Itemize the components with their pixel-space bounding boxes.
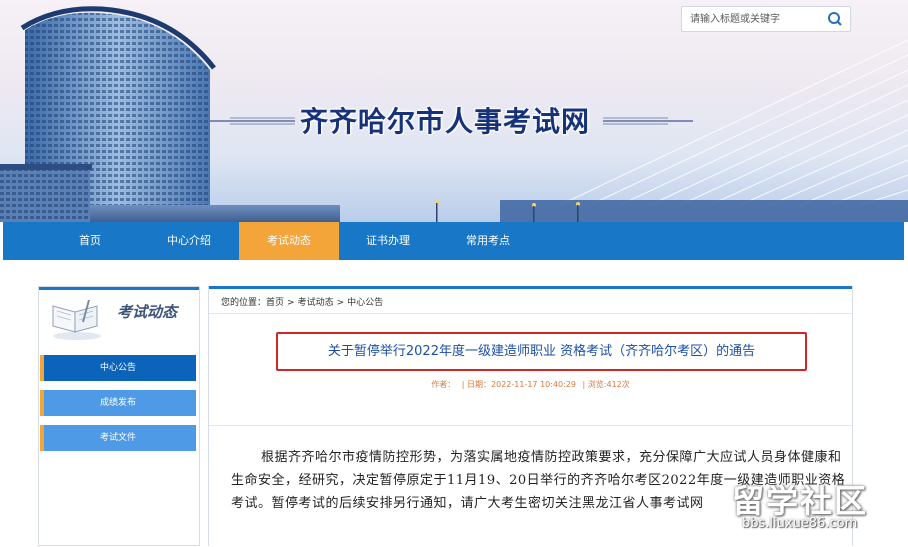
sidebar-item-marker: [40, 355, 44, 381]
sidebar-title: 考试动态: [117, 303, 178, 321]
breadcrumb-separator: >: [336, 298, 345, 308]
title-ornament-right: [603, 117, 693, 125]
sidebar-item-marker: [40, 425, 44, 451]
sidebar-item-label: 成绩发布: [99, 398, 136, 408]
breadcrumb: 您的位置：首页 > 考试动态 > 中心公告: [221, 295, 383, 308]
article-title: 关于暂停举行2022年度一级建造师职业 资格考试（齐齐哈尔考区）的通告: [327, 344, 756, 359]
sidebar: 考试动态 中心公告 成绩发布 考试文件: [38, 286, 200, 546]
sidebar-item-marker: [40, 390, 44, 416]
content-accent-line: [209, 286, 852, 289]
search-input[interactable]: [682, 7, 830, 31]
main-nav: 首页 中心介绍 考试动态 证书办理 常用考点: [3, 222, 904, 260]
nav-item-about[interactable]: 中心介绍: [139, 222, 239, 260]
nav-item-exam-sites[interactable]: 常用考点: [438, 222, 538, 260]
site-title: 齐齐哈尔市人事考试网: [300, 105, 591, 138]
title-ornament-left: [210, 117, 295, 125]
sidebar-item-documents[interactable]: 考试文件: [40, 425, 196, 451]
breadcrumb-exam-news[interactable]: 考试动态: [298, 298, 334, 308]
watermark-url: bbs.liuxue86.com: [742, 516, 858, 531]
header-banner: 齐齐哈尔市人事考试网: [0, 0, 908, 222]
search-button[interactable]: [824, 9, 846, 29]
sidebar-item-announcements[interactable]: 中心公告: [40, 355, 196, 381]
meta-views: | 浏览:412次: [582, 380, 630, 389]
sidebar-item-results[interactable]: 成绩发布: [40, 390, 196, 416]
title-highlight-box: 关于暂停举行2022年度一级建造师职业 资格考试（齐齐哈尔考区）的通告: [276, 332, 807, 371]
divider: [209, 313, 852, 314]
search-box: [681, 6, 851, 32]
sidebar-item-label: 中心公告: [99, 363, 136, 373]
sidebar-item-label: 考试文件: [99, 433, 136, 443]
nav-item-home[interactable]: 首页: [40, 222, 140, 260]
meta-date: | 日期：2022-11-17 10:40:29: [461, 380, 576, 389]
breadcrumb-separator: >: [287, 298, 295, 308]
watermark: 留学社区 bbs.liuxue86.com: [732, 476, 902, 540]
breadcrumb-home[interactable]: 首页: [266, 298, 284, 308]
search-icon: [828, 12, 842, 26]
meta-author: 作者：: [431, 380, 456, 389]
breadcrumb-prefix: 您的位置：: [221, 298, 267, 308]
sidebar-header: 考试动态: [39, 290, 199, 345]
nav-item-certificate[interactable]: 证书办理: [338, 222, 438, 260]
book-icon: [52, 299, 101, 340]
divider: [209, 425, 852, 426]
nav-item-exam-news[interactable]: 考试动态: [239, 222, 339, 260]
article-meta: 作者： | 日期：2022-11-17 10:40:29 | 浏览:412次: [209, 379, 852, 390]
breadcrumb-announcements[interactable]: 中心公告: [347, 298, 383, 308]
